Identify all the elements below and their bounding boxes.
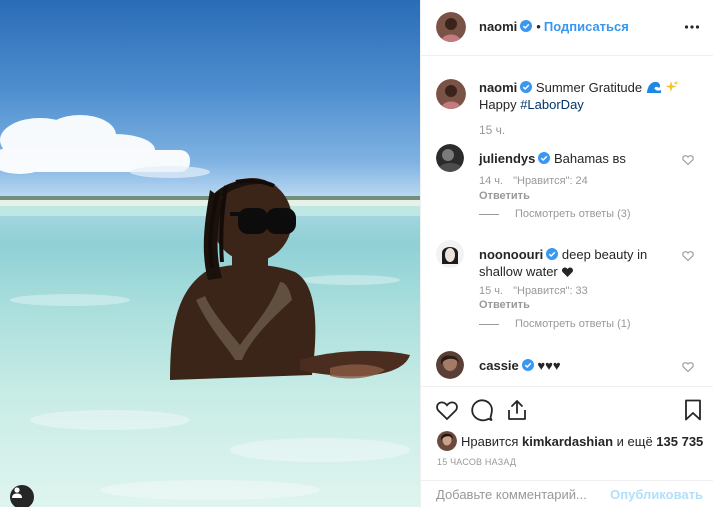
likes-middle: и ещё [613,434,657,449]
likes-summary[interactable]: Нравится kimkardashian и ещё 135 735 [437,431,703,451]
comment-like-icon[interactable] [682,361,694,373]
bookmark-icon[interactable] [681,398,705,422]
caption-line2-prefix: Happy [479,97,521,112]
avatar[interactable] [436,351,464,379]
verified-badge-icon [521,359,534,371]
caption-time[interactable]: 15 ч. [479,123,505,137]
comment-likes[interactable]: "Нравится": 24 [513,175,588,187]
comment-text: Bahamas вs [553,151,626,166]
view-replies-label: Посмотреть ответы (1) [515,318,631,330]
publish-button[interactable]: Опубликовать [610,487,703,502]
comment-time[interactable]: 14 ч. [479,175,503,187]
verified-badge-icon [520,81,533,93]
caption-text: Summer Gratitude [535,80,643,95]
post-header: naomi • Подписаться [421,0,713,56]
avatar[interactable] [437,431,457,451]
header-user-line: naomi • Подписаться [479,19,629,35]
verified-badge-icon [538,152,551,164]
separator-dot: • [536,19,541,34]
caption-username[interactable]: naomi [479,80,517,95]
comment-meta: 15 ч. "Нравится": 33 [479,285,588,297]
view-replies-button[interactable]: Посмотреть ответы (1) [479,318,631,330]
post-timestamp[interactable]: 15 ЧАСОВ НАЗАД [437,457,516,467]
comment-text-line: cassie ♥♥♥ [479,357,679,374]
header-username[interactable]: naomi [479,19,517,34]
avatar[interactable] [436,144,464,172]
comment-like-icon[interactable] [682,250,694,262]
comment-like-icon[interactable] [682,154,694,166]
tagged-users-icon[interactable] [10,485,34,507]
divider-line [479,323,499,325]
comment-username[interactable]: noonoouri [479,247,543,262]
post-actions: Нравится kimkardashian и ещё 135 735 15 … [421,386,713,506]
post-side-panel: naomi • Подписаться naomi Summer Gratitude [420,0,713,507]
comment-input[interactable] [436,487,606,502]
avatar[interactable] [436,12,466,42]
divider-line [479,213,499,215]
comment-likes[interactable]: "Нравится": 33 [513,285,588,297]
beach-photo-illustration [0,115,420,500]
likes-prefix: Нравится [461,434,522,449]
view-replies-button[interactable]: Посмотреть ответы (3) [479,208,631,220]
comment-icon[interactable] [470,398,494,422]
comment-username[interactable]: juliendys [479,151,535,166]
reply-button[interactable]: Ответить [479,190,530,202]
black-heart-emoji [562,267,574,277]
share-icon[interactable] [505,398,529,422]
post-photo[interactable] [0,0,420,507]
more-options-icon[interactable] [684,19,700,35]
wave-emoji [646,81,661,93]
likes-count[interactable]: 135 735 [656,434,703,449]
comments-list[interactable]: naomi Summer Gratitude Happy #LaborDay 1… [421,56,713,386]
sparkles-emoji [665,80,679,92]
heart-icon[interactable] [435,398,459,422]
avatar[interactable] [436,79,466,109]
verified-badge-icon [520,20,533,32]
verified-badge-icon [546,248,559,260]
caption: naomi Summer Gratitude Happy #LaborDay [479,79,699,113]
comment-text: ♥♥♥ [537,358,561,373]
hashtag-link[interactable]: #LaborDay [520,97,584,112]
add-comment-bar: Опубликовать [421,480,713,507]
comment-time[interactable]: 15 ч. [479,285,503,297]
view-replies-label: Посмотреть ответы (3) [515,208,631,220]
likes-user[interactable]: kimkardashian [522,434,613,449]
comment-meta: 14 ч. "Нравится": 24 [479,175,588,187]
comment-text-line: noonoouri deep beauty in shallow water [479,246,679,280]
avatar[interactable] [436,240,464,268]
comment-username[interactable]: cassie [479,358,519,373]
follow-button[interactable]: Подписаться [544,19,629,34]
reply-button[interactable]: Ответить [479,299,530,311]
comment-text-line: juliendys Bahamas вs [479,150,679,167]
